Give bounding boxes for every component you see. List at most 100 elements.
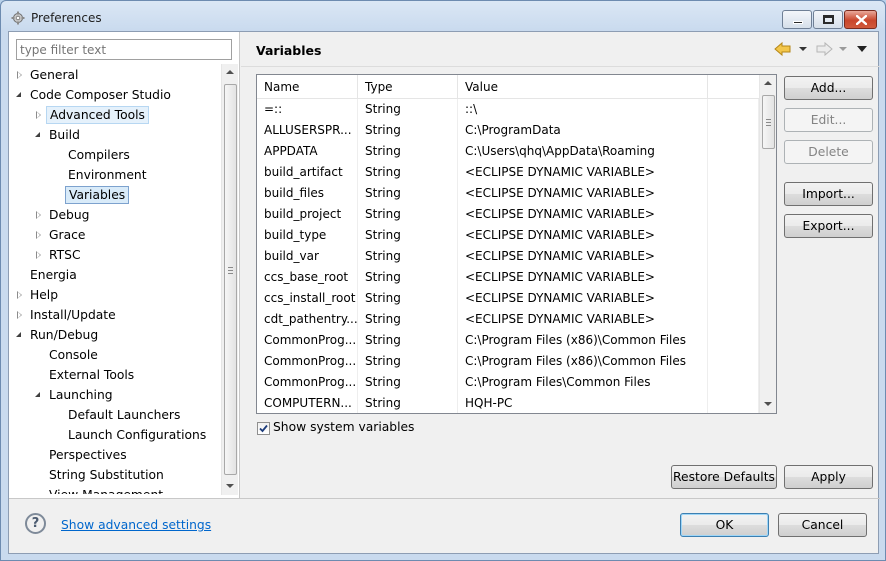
tree-item-external-tools[interactable]: External Tools: [9, 366, 221, 384]
tree-item-label: Environment: [68, 168, 147, 182]
table-row[interactable]: build_artifact String <ECLIPSE DYNAMIC VAR…: [257, 162, 759, 183]
column-header-type[interactable]: Type: [358, 75, 458, 99]
title-bar[interactable]: Preferences: [1, 1, 885, 33]
table-row[interactable]: ccs_install_root String <ECLIPSE DYNAMIC V…: [257, 288, 759, 309]
forward-history-chevron-icon: [839, 47, 847, 51]
table-row[interactable]: build_var String <ECLIPSE DYNAMIC VARIABLE…: [257, 246, 759, 267]
tree-item-string-substitution[interactable]: String Substitution: [9, 466, 221, 484]
back-arrow-icon[interactable]: [774, 41, 792, 57]
collapsed-twisty-icon[interactable]: [17, 291, 22, 299]
table-scrollbar-thumb[interactable]: [762, 95, 775, 149]
column-header-name[interactable]: Name: [257, 75, 358, 99]
tree-item-label: Perspectives: [49, 448, 127, 462]
collapsed-twisty-icon[interactable]: [17, 71, 22, 79]
footer-separator: [9, 498, 880, 499]
tree-item-launching[interactable]: Launching: [9, 386, 221, 404]
collapsed-twisty-icon[interactable]: [36, 231, 41, 239]
tree-item-rtsc[interactable]: RTSC: [9, 246, 221, 264]
tree-item-run-debug[interactable]: Run/Debug: [9, 326, 221, 344]
tree-item-debug[interactable]: Debug: [9, 206, 221, 224]
collapsed-twisty-icon[interactable]: [36, 111, 41, 119]
tree-item-grace[interactable]: Grace: [9, 226, 221, 244]
tree-item-view-management[interactable]: View Management: [9, 486, 221, 494]
variables-table[interactable]: Name Type Value =:: String::\ ALLUSERSPR..…: [256, 74, 777, 414]
tree-item-perspectives[interactable]: Perspectives: [9, 446, 221, 464]
tree-item-environment[interactable]: Environment: [9, 166, 221, 184]
tree-item-console[interactable]: Console: [9, 346, 221, 364]
expanded-twisty-icon[interactable]: [35, 392, 40, 397]
cell-type: String: [358, 204, 458, 225]
table-row[interactable]: build_project String <ECLIPSE DYNAMIC VARI…: [257, 204, 759, 225]
table-row[interactable]: =:: String::\: [257, 99, 759, 120]
tree-item-label: Help: [30, 288, 59, 302]
expanded-twisty-icon[interactable]: [16, 332, 21, 337]
restore-defaults-button[interactable]: Restore Defaults: [671, 465, 777, 489]
table-row[interactable]: COMPUTERN... String HQH-PC: [257, 393, 759, 413]
tree-item-variables[interactable]: Variables: [9, 186, 221, 204]
table-scrollbar[interactable]: [759, 75, 776, 413]
tree-item-default-launchers[interactable]: Default Launchers: [9, 406, 221, 424]
add-button[interactable]: Add...: [784, 76, 873, 100]
tree-scrollbar[interactable]: [221, 64, 238, 495]
show-system-variables-label[interactable]: Show system variables: [273, 420, 414, 434]
column-header-value[interactable]: Value: [458, 75, 708, 99]
scroll-up-icon[interactable]: [226, 70, 234, 74]
tree-item-code-composer-studio[interactable]: Code Composer Studio: [9, 86, 221, 104]
table-scroll-down-icon[interactable]: [764, 402, 772, 406]
cell-value: C:\Program Files (x86)\Common Files: [458, 351, 708, 372]
ok-button[interactable]: OK: [680, 513, 769, 537]
cell-name: ccs_install_root: [257, 288, 358, 309]
cell-filler: [708, 372, 759, 393]
table-row[interactable]: build_type String <ECLIPSE DYNAMIC VARIABL…: [257, 225, 759, 246]
tree-scrollbar-thumb[interactable]: [224, 84, 237, 475]
edit-button[interactable]: Edit...: [784, 108, 873, 132]
expanded-twisty-icon[interactable]: [16, 92, 21, 97]
expanded-twisty-icon[interactable]: [35, 132, 40, 137]
delete-button[interactable]: Delete: [784, 140, 873, 164]
cell-name: build_type: [257, 225, 358, 246]
tree-item-launch-configurations[interactable]: Launch Configurations: [9, 426, 221, 444]
table-row[interactable]: CommonProg... String C:\Program Files\Comm…: [257, 372, 759, 393]
tree-item-install-update[interactable]: Install/Update: [9, 306, 221, 324]
collapsed-twisty-icon[interactable]: [17, 311, 22, 319]
help-icon[interactable]: ?: [25, 513, 46, 534]
tree-item-advanced-tools[interactable]: Advanced Tools: [9, 106, 221, 124]
table-row[interactable]: build_files String <ECLIPSE DYNAMIC VARIAB…: [257, 183, 759, 204]
show-advanced-settings-link[interactable]: Show advanced settings: [61, 518, 211, 532]
tree-item-label: Variables: [65, 186, 130, 204]
back-history-chevron-icon[interactable]: [799, 47, 807, 51]
tree-item-build[interactable]: Build: [9, 126, 221, 144]
scroll-down-icon[interactable]: [226, 484, 234, 488]
collapsed-twisty-icon[interactable]: [36, 211, 41, 219]
apply-button[interactable]: Apply: [784, 465, 873, 489]
table-row[interactable]: CommonProg... String C:\Program Files (x86…: [257, 330, 759, 351]
table-row[interactable]: APPDATA String C:\Users\qhq\AppData\Roamin…: [257, 141, 759, 162]
cell-value: ::\: [458, 99, 708, 120]
cancel-button[interactable]: Cancel: [778, 513, 867, 537]
filter-input[interactable]: [16, 39, 232, 60]
table-row[interactable]: CommonProg... String C:\Program Files (x86…: [257, 351, 759, 372]
table-row[interactable]: ccs_base_root String <ECLIPSE DYNAMIC VARI…: [257, 267, 759, 288]
close-button[interactable]: [844, 10, 877, 29]
table-row[interactable]: ALLUSERSPR... String C:\ProgramData: [257, 120, 759, 141]
tree-item-compilers[interactable]: Compilers: [9, 146, 221, 164]
maximize-button[interactable]: [813, 10, 843, 29]
show-system-variables-checkbox[interactable]: [257, 422, 270, 435]
minimize-button[interactable]: [782, 10, 812, 29]
table-scroll-up-icon[interactable]: [764, 81, 772, 85]
tree-item-energia[interactable]: Energia: [9, 266, 221, 284]
collapsed-twisty-icon[interactable]: [36, 251, 41, 259]
cell-name: COMPUTERN...: [257, 393, 358, 413]
tree-item-help[interactable]: Help: [9, 286, 221, 304]
cell-name: CommonProg...: [257, 372, 358, 393]
export-button[interactable]: Export...: [784, 214, 873, 238]
tree-item-label: Console: [49, 348, 98, 362]
cell-value: <ECLIPSE DYNAMIC VARIABLE>: [458, 162, 708, 183]
view-menu-icon[interactable]: [857, 46, 867, 52]
import-button[interactable]: Import...: [784, 182, 873, 206]
cell-value: <ECLIPSE DYNAMIC VARIABLE>: [458, 225, 708, 246]
maximize-icon: [823, 15, 834, 24]
tree-item-label: RTSC: [49, 248, 81, 262]
table-row[interactable]: cdt_pathentry... String <ECLIPSE DYNAMIC V…: [257, 309, 759, 330]
tree-item-general[interactable]: General: [9, 66, 221, 84]
